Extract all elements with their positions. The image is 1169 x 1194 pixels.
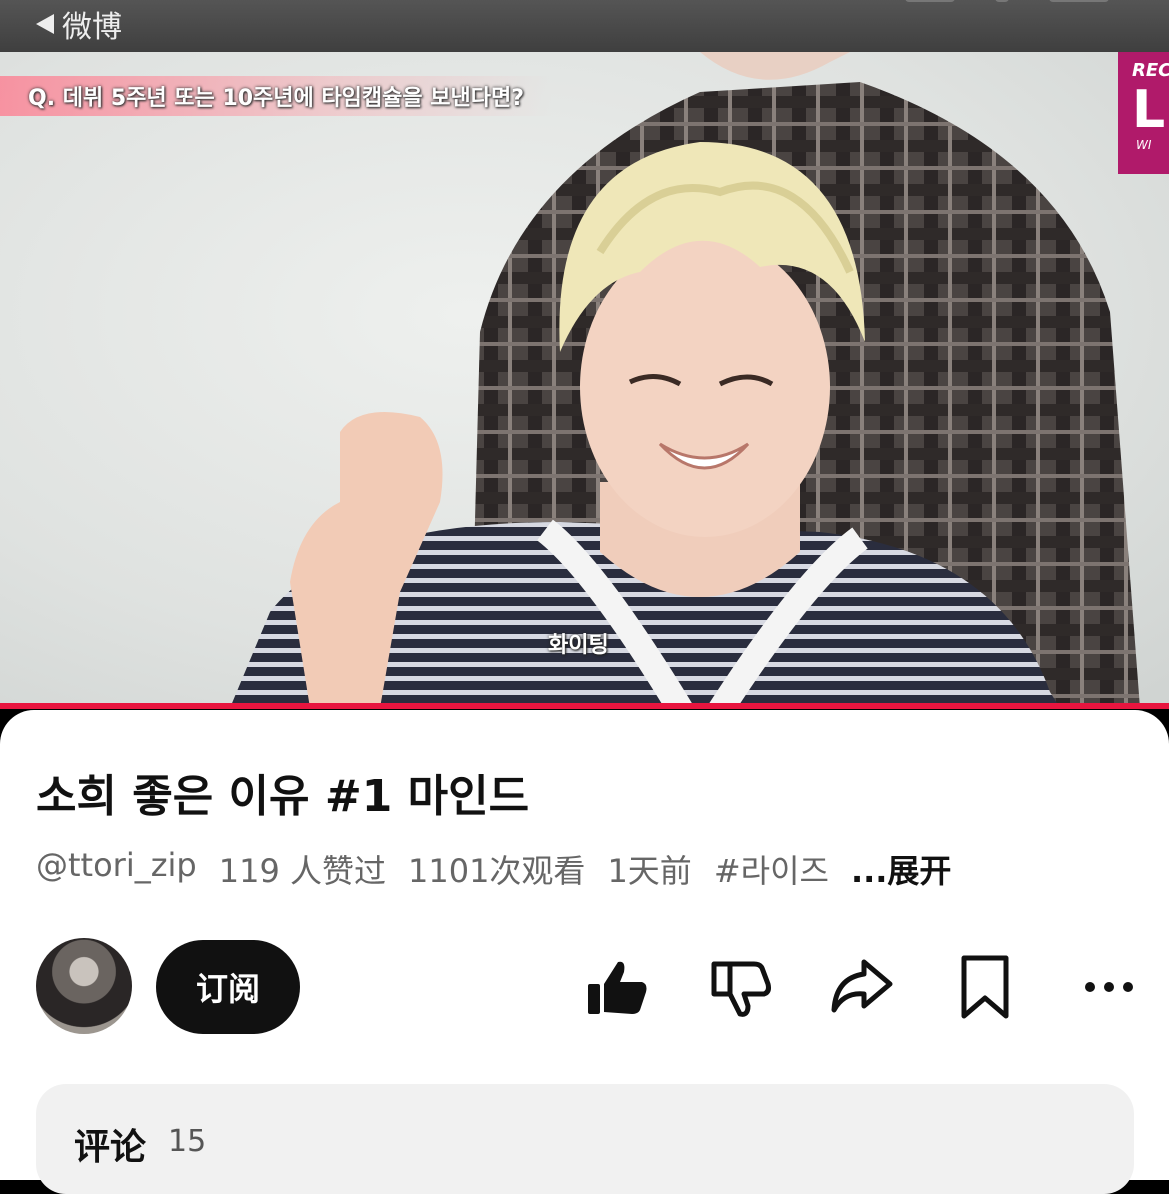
comments-section[interactable]: 评论 15 [36,1084,1134,1194]
video-subtitle: 화이팅 [548,633,609,658]
more-icon [1085,982,1133,992]
badge-text-1: REC [1132,60,1169,81]
comments-count: 15 [168,1124,207,1159]
back-arrow-icon [36,14,54,34]
status-indicators [905,0,1109,2]
bookmark-icon [961,955,1009,1019]
comments-label: 评论 [74,1127,147,1168]
save-button[interactable] [950,952,1020,1022]
status-bar: 微博 [0,0,1169,52]
more-options-button[interactable] [1074,952,1144,1022]
video-player[interactable]: Q. 데뷔 5주년 또는 10주년에 타임캡슐을 보낸다면? 화이팅 REC L… [0,52,1169,708]
channel-logo-badge: REC L WI [1118,52,1169,174]
channel-handle[interactable]: @ttori_zip [36,846,197,892]
video-title: 소희 좋은 이유 #1 마인드 [36,771,530,822]
video-question-caption: Q. 데뷔 5주년 또는 10주년에 타임캡슐을 보낸다면? [0,76,553,116]
share-icon [831,959,893,1013]
action-bar: 订阅 [0,938,1169,1038]
subscribe-button[interactable]: 订阅 [156,940,300,1034]
video-info-sheet: 소희 좋은 이유 #1 마인드 @ttori_zip 119 人赞过 1101次… [0,710,1169,1194]
dislike-button[interactable] [704,952,774,1022]
channel-avatar[interactable] [36,938,132,1034]
share-button[interactable] [826,952,896,1022]
video-progress-bar[interactable] [0,703,1169,709]
video-frame [230,52,1140,708]
expand-button[interactable]: ...展开 [851,846,951,892]
back-to-weibo-link[interactable]: 微博 [36,4,122,45]
video-progress-fill [0,703,1169,709]
view-count: 1101次观看 [407,852,586,890]
video-meta[interactable]: @ttori_zip 119 人赞过 1101次观看 1天前 #라이즈 ...展… [36,846,951,892]
hashtag-link[interactable]: #라이즈 [714,846,829,892]
like-button[interactable] [582,952,652,1022]
like-count: 119 人赞过 [218,852,386,890]
post-time: 1天前 [607,852,692,890]
badge-text-2: L [1132,80,1166,140]
thumbs-down-icon [711,961,771,1017]
thumbs-up-icon [588,961,647,1014]
badge-text-3: WI [1136,138,1152,152]
back-app-label: 微博 [62,10,122,45]
